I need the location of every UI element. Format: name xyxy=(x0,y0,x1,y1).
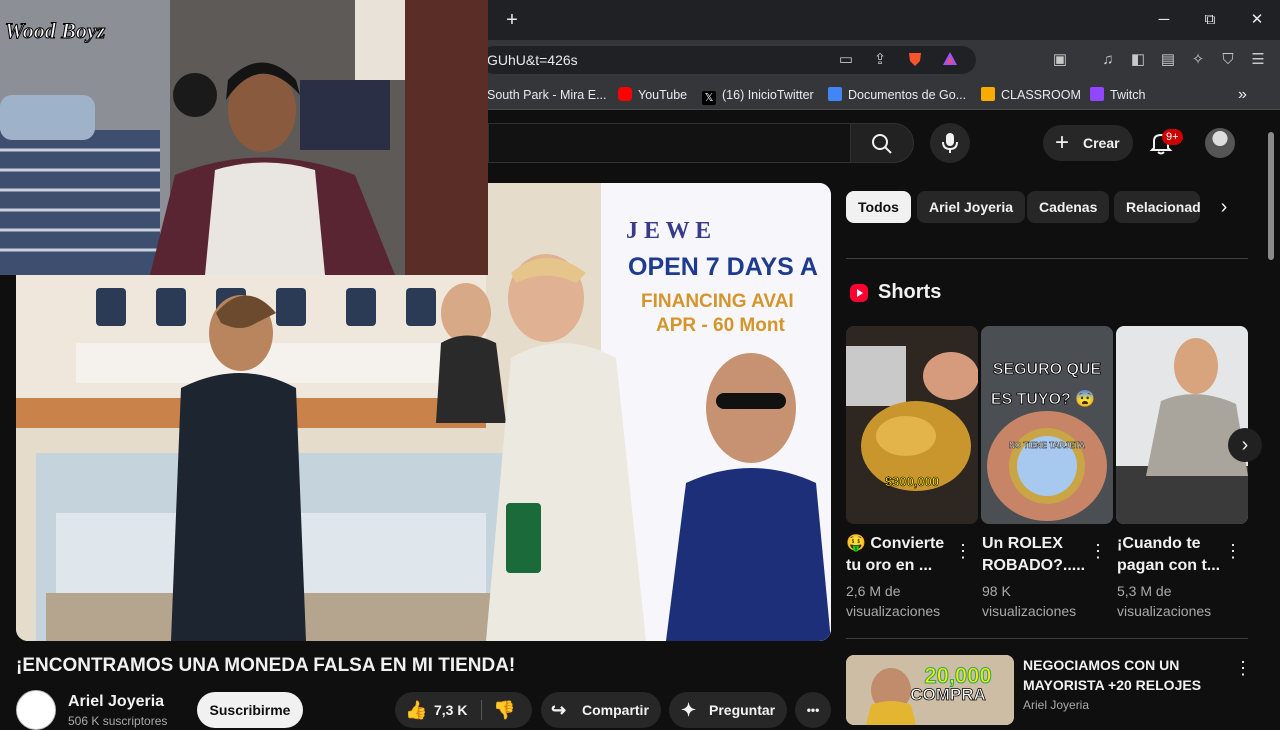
section-divider xyxy=(846,638,1248,639)
url-text[interactable]: GUhU&t=426s xyxy=(487,52,578,68)
vpn-icon[interactable]: ⛉ xyxy=(1218,50,1238,70)
account-avatar[interactable] xyxy=(1205,128,1235,158)
dislike-button[interactable]: 👎 xyxy=(485,692,525,728)
youtube-icon xyxy=(618,87,632,101)
short-3-menu-icon[interactable]: ⋮ xyxy=(1224,541,1242,561)
share-label: Compartir xyxy=(582,702,649,718)
webcam-overlay: Wood Boyz xyxy=(0,0,488,275)
notifications-badge: 9+ xyxy=(1162,129,1183,145)
like-count: 7,3 K xyxy=(434,702,468,718)
chip-ariel-joyeria[interactable]: Ariel Joyeria xyxy=(917,191,1026,223)
chip-cadenas[interactable]: Cadenas xyxy=(1027,191,1110,223)
short-views-2: 98 K visualizaciones xyxy=(982,583,1077,619)
recommended-thumbnail[interactable]: 20,000 COMPRA xyxy=(846,655,1014,725)
reader-mode-icon[interactable]: ▣ xyxy=(1050,50,1070,70)
leo-ai-icon[interactable]: ✧ xyxy=(1188,50,1208,70)
menu-icon[interactable]: ☰ xyxy=(1248,50,1268,70)
like-divider xyxy=(481,700,482,720)
channel-name[interactable]: Ariel Joyeria xyxy=(68,693,164,711)
short-thumbnail-1[interactable]: $300,000 xyxy=(846,326,978,524)
search-icon xyxy=(872,134,892,154)
ask-button[interactable]: ✦ Preguntar xyxy=(669,692,787,728)
ask-label: Preguntar xyxy=(709,702,776,718)
short-views-3: 5,3 M de visualizaciones xyxy=(1117,583,1212,619)
video-title: ¡ENCONTRAMOS UNA MONEDA FALSA EN MI TIEN… xyxy=(16,655,516,676)
bookmark-classroom[interactable]: CLASSROOM xyxy=(981,87,1081,103)
rec-thumb-compra-text: COMPRA xyxy=(910,685,986,704)
short-title-3[interactable]: ¡Cuando te pagan con t... xyxy=(1117,533,1222,577)
short-title-1[interactable]: 🤑 Convierte tu oro en ... xyxy=(846,533,951,577)
classroom-icon xyxy=(981,87,995,101)
more-bookmarks-icon[interactable]: » xyxy=(1238,87,1247,103)
like-button[interactable]: 👍 7,3 K xyxy=(395,692,480,728)
docs-icon xyxy=(828,87,842,101)
short-1-menu-icon[interactable]: ⋮ xyxy=(954,541,972,561)
x-icon: 𝕏 xyxy=(702,91,716,105)
more-actions-button[interactable]: ••• xyxy=(795,692,831,728)
maximize-button[interactable]: ⧉ xyxy=(1198,8,1222,32)
page-scrollbar[interactable] xyxy=(1268,132,1274,260)
brave-rewards-icon[interactable] xyxy=(940,50,960,70)
sparkle-icon: ✦ xyxy=(681,700,697,720)
recommended-video-title[interactable]: NEGOCIAMOS CON UN MAYORISTA +20 RELOJES xyxy=(1023,655,1223,695)
share-arrow-icon: ↪ xyxy=(551,700,567,720)
channel-avatar[interactable] xyxy=(16,690,56,730)
channel-subscribers: 506 K suscriptores xyxy=(68,714,168,728)
short-2-overlay-subtext: NO TIENE TARJETA xyxy=(1009,441,1085,450)
plus-icon: + xyxy=(1055,129,1070,156)
microphone-icon xyxy=(942,133,958,153)
shorts-next-button[interactable]: › xyxy=(1228,428,1262,462)
close-window-button[interactable]: ✕ xyxy=(1245,8,1269,32)
bookmark-south-park[interactable]: South Park - Mira E... xyxy=(487,87,606,103)
short-views-1: 2,6 M de visualizaciones xyxy=(846,583,941,619)
search-button[interactable] xyxy=(850,123,914,163)
short-title-2[interactable]: Un ROLEX ROBADO?..... xyxy=(982,533,1087,577)
banner-financing-text: FINANCING AVAI xyxy=(641,291,794,312)
media-icon[interactable]: ♫ xyxy=(1098,50,1118,70)
share-icon[interactable]: ⇪ xyxy=(870,50,890,70)
thumbs-down-icon: 👎 xyxy=(493,700,516,720)
short-2-overlay-text: SEGURO QUE xyxy=(993,361,1102,378)
bookmark-youtube[interactable]: YouTube xyxy=(618,87,687,103)
banner-jewelers-text: J E W E xyxy=(626,218,711,244)
chevron-right-icon[interactable]: › xyxy=(1212,195,1236,219)
shorts-logo-icon xyxy=(850,284,868,302)
short-2-overlay-text-2: ES TUYO? 😨 xyxy=(991,390,1095,408)
chip-relacionados[interactable]: Relacionad xyxy=(1114,191,1200,223)
recommended-menu-icon[interactable]: ⋮ xyxy=(1234,658,1252,678)
like-dislike-group: 👍 7,3 K 👎 xyxy=(395,692,532,728)
short-thumbnail-2[interactable]: SEGURO QUE ES TUYO? 😨 NO TIENE TARJETA xyxy=(981,326,1113,524)
minimize-button[interactable]: ─ xyxy=(1152,8,1176,32)
short-thumbnail-3[interactable] xyxy=(1116,326,1248,524)
chip-todos[interactable]: Todos xyxy=(846,191,911,223)
wood-boyz-logo: Wood Boyz xyxy=(5,18,106,43)
twitch-icon xyxy=(1090,87,1104,101)
banner-open-text: OPEN 7 DAYS A xyxy=(628,253,818,281)
section-divider xyxy=(846,258,1248,259)
new-tab-button[interactable]: + xyxy=(503,9,521,31)
shorts-section-title: Shorts xyxy=(878,281,942,303)
webcam-frame: Wood Boyz xyxy=(0,0,488,275)
short-2-menu-icon[interactable]: ⋮ xyxy=(1089,541,1107,561)
cast-icon[interactable]: ▭ xyxy=(836,50,856,70)
brave-shield-icon[interactable] xyxy=(905,50,925,70)
wallet-icon[interactable]: ▤ xyxy=(1158,50,1178,70)
subscribe-button[interactable]: Suscribirme xyxy=(197,692,303,728)
sidebar-icon[interactable]: ◧ xyxy=(1128,50,1148,70)
create-button[interactable]: + Crear xyxy=(1043,125,1133,161)
search-input[interactable] xyxy=(488,123,850,163)
recommended-channel-name[interactable]: Ariel Joyeria xyxy=(1023,698,1089,712)
bookmark-twitter[interactable]: 𝕏 (16) InicioTwitter xyxy=(702,87,814,105)
banner-apr-text: APR - 60 Mont xyxy=(656,315,785,336)
short-1-overlay-text: $300,000 xyxy=(885,474,939,489)
bookmark-twitch[interactable]: Twitch xyxy=(1090,87,1145,103)
thumbs-up-icon: 👍 xyxy=(405,700,428,720)
share-button[interactable]: ↪ Compartir xyxy=(541,692,661,728)
bookmark-google-docs[interactable]: Documentos de Go... xyxy=(828,87,966,103)
create-label: Crear xyxy=(1083,135,1120,151)
voice-search-button[interactable] xyxy=(930,123,970,163)
